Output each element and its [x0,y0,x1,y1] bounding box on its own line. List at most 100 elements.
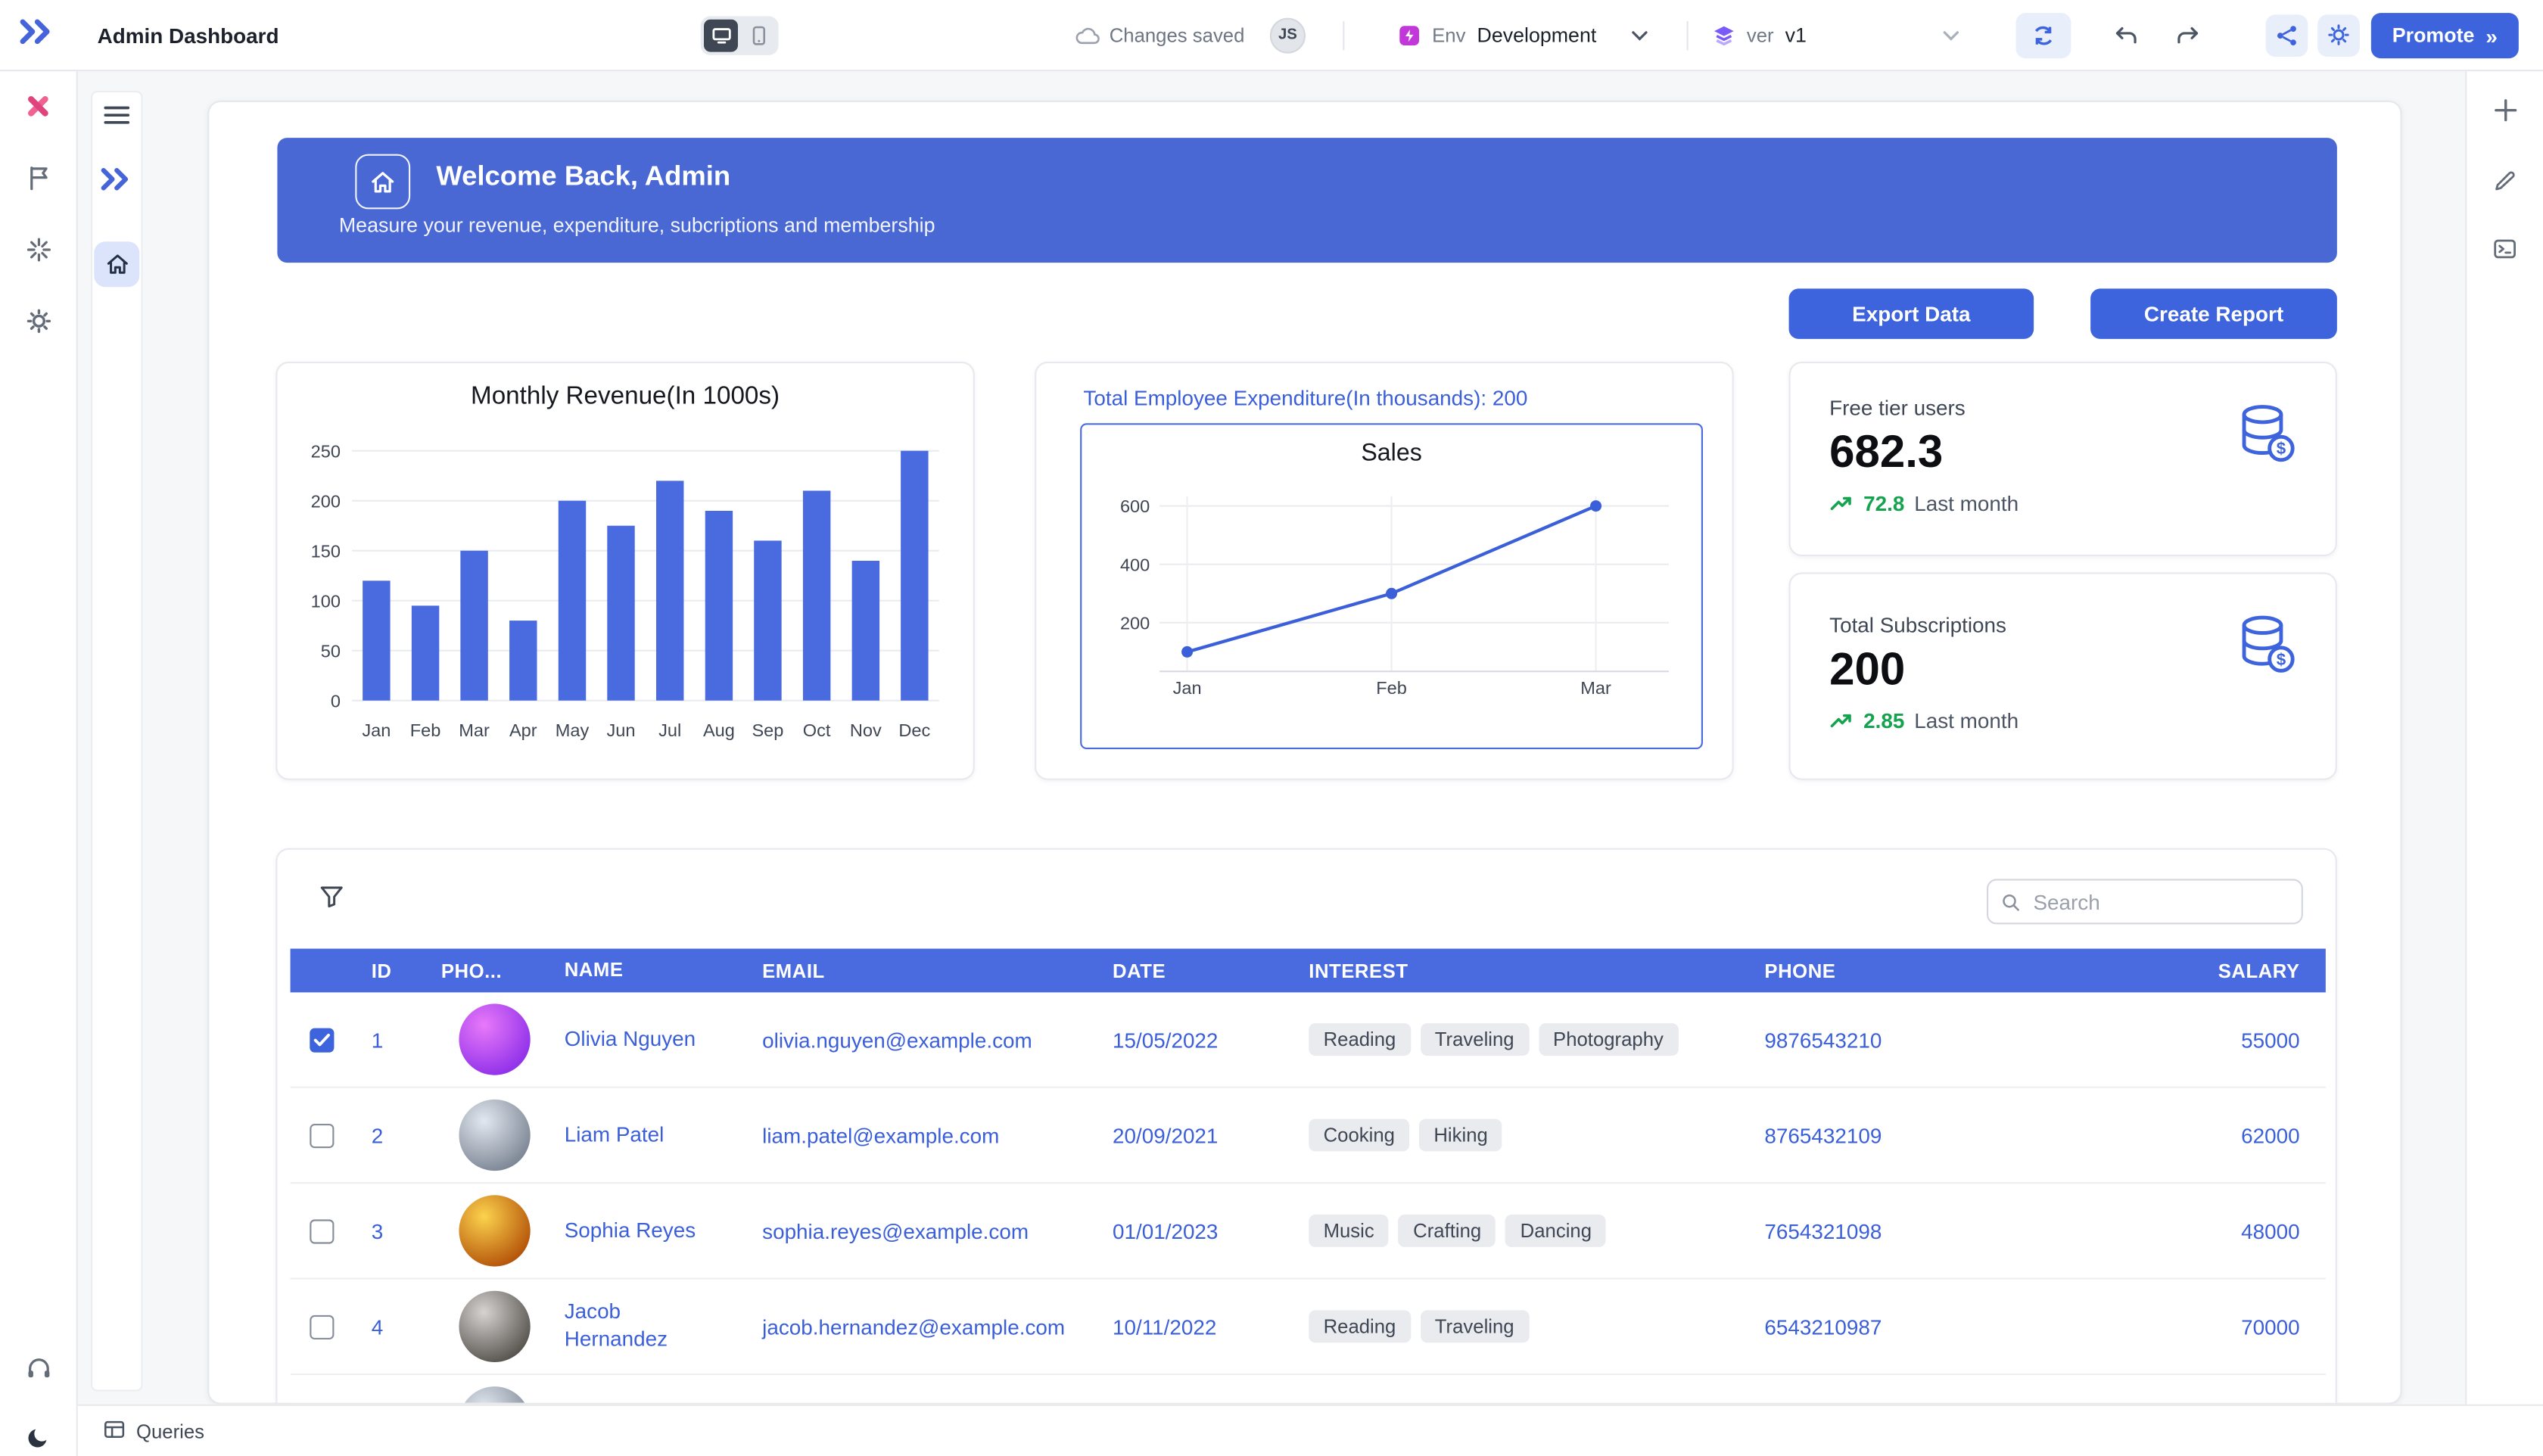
save-status-text: Changes saved [1109,23,1245,47]
cell-date[interactable]: 20/09/2021 [1097,1123,1293,1147]
export-data-button[interactable]: Export Data [1788,288,2034,339]
svg-text:Oct: Oct [803,720,831,740]
version-selector[interactable]: ver v1 [1713,12,1959,58]
desktop-mode-button[interactable] [704,18,738,51]
column-header[interactable]: PHONE [1748,960,2024,982]
table-body: 1 Olivia Nguyen olivia.nguyen@example.com 1… [290,992,2326,1403]
support-icon[interactable] [25,1358,51,1380]
user-avatar[interactable]: JS [1269,17,1306,53]
settings-button[interactable] [2317,14,2360,56]
stat-value: 682.3 [1829,426,1944,477]
table-row[interactable]: 3 Sophia Reyes sophia.reyes@example.com 01/… [290,1184,2326,1280]
expenditure-chart-card: Total Employee Expenditure(In thousands)… [1035,361,1734,780]
app-frame: Welcome Back, Admin Measure your revenue… [207,100,2402,1405]
search-box[interactable] [1987,879,2303,925]
interest-tag: Cooking [1309,1118,1410,1152]
table-card: IDPHO...NAMEEMAILDATEINTERESTPHONESALARY… [275,848,2337,1403]
column-header[interactable]: PHO... [441,960,548,982]
avatar [459,1003,531,1075]
table-row[interactable]: 4 Jacob Hernandez jacob.hernandez@example.… [290,1279,2326,1376]
undo-button[interactable] [2113,23,2139,46]
cell-phone[interactable]: 9876543210 [1748,1028,2024,1052]
search-icon [2003,893,2019,910]
create-report-button[interactable]: Create Report [2090,288,2337,339]
line-chart: 200 400 600 Jan Feb Mar [1120,496,1669,698]
cell-name[interactable]: Jacob Hernandez [548,1299,745,1354]
column-header[interactable]: SALARY [2024,960,2326,982]
flag-icon[interactable] [26,166,49,191]
table-row[interactable]: 1 Olivia Nguyen olivia.nguyen@example.com 1… [290,992,2326,1088]
spark-icon[interactable] [25,237,51,263]
cell-salary[interactable]: 55000 [2024,1028,2326,1052]
chevron-down-icon [1943,30,1959,40]
share-button[interactable] [2265,14,2308,56]
cell-name[interactable]: Sophia Reyes [548,1217,745,1244]
cell-phone[interactable]: 7654321098 [1748,1218,2024,1243]
debug-panel-icon[interactable] [2493,238,2517,260]
table-row[interactable]: 2 Liam Patel liam.patel@example.com 20/09/2… [290,1087,2326,1184]
cell-id[interactable]: 1 [355,1028,441,1052]
save-status: Changes saved [1075,23,1245,47]
cell-date[interactable]: 15/05/2022 [1097,1028,1293,1052]
cell-salary[interactable]: 70000 [2024,1314,2326,1339]
cell-phone[interactable]: 6543210987 [1748,1314,2024,1339]
svg-text:Jan: Jan [1173,678,1202,698]
cell-name[interactable]: Olivia Nguyen [548,1025,745,1053]
cell-id[interactable]: 4 [355,1314,441,1339]
cell-email[interactable]: olivia.nguyen@example.com [746,1028,1097,1052]
column-header[interactable]: EMAIL [746,960,1097,982]
cell-name[interactable]: Liam Patel [548,1122,745,1149]
row-checkbox[interactable] [310,1027,335,1052]
cell-salary[interactable]: 48000 [2024,1218,2326,1243]
queries-icon [104,1417,125,1446]
cell-id[interactable]: 3 [355,1218,441,1243]
menu-icon[interactable] [104,105,130,125]
cell-salary[interactable]: 62000 [2024,1123,2326,1147]
cell-id[interactable]: 2 [355,1123,441,1147]
mobile-mode-button[interactable] [741,19,775,51]
row-checkbox[interactable] [310,1122,335,1148]
divider [1686,20,1689,50]
row-checkbox[interactable] [310,1218,335,1243]
cell-date[interactable]: 10/11/2022 [1097,1314,1293,1339]
interest-tag: Music [1309,1215,1390,1247]
column-header[interactable]: NAME [548,958,745,983]
logo-icon[interactable] [20,18,55,52]
share-icon [2277,25,2296,45]
column-header[interactable]: DATE [1097,960,1293,982]
env-selector[interactable]: Env Development [1398,12,1648,58]
cell-date[interactable]: 01/01/2023 [1097,1218,1293,1243]
database-dollar-icon: $ [2235,402,2296,471]
edit-icon[interactable] [2493,169,2517,193]
cell-phone[interactable]: 8765432109 [1748,1123,2024,1147]
cell-email[interactable]: sophia.reyes@example.com [746,1218,1097,1243]
banner-title: Welcome Back, Admin [436,160,731,191]
cell-photo [441,1099,548,1171]
cell-email[interactable]: liam.patel@example.com [746,1123,1097,1147]
redo-icon [2177,26,2199,43]
stat-card-free-tier: Free tier users 682.3 72.8 Last month $ [1788,361,2337,556]
refresh-button[interactable] [2015,12,2071,58]
home-page-button[interactable] [94,241,140,288]
right-toolbar [2465,71,2543,1405]
svg-text:100: 100 [311,591,341,611]
cell-email[interactable]: jacob.hernandez@example.com [746,1314,1097,1339]
data-table: ID PHO... NAME EMAIL DATE INTEREST PHONE SALARY… [290,948,2326,1403]
cell-photo [441,1003,548,1075]
queries-label[interactable]: Queries [136,1420,204,1442]
theme-moon-icon[interactable] [26,1426,50,1450]
column-header[interactable]: ID [355,960,441,982]
promote-button[interactable]: Promote » [2370,13,2519,59]
cell-select [291,1218,356,1243]
column-header[interactable]: INTEREST [1293,960,1748,982]
search-input[interactable] [2030,888,2289,916]
svg-text:May: May [556,720,590,740]
add-component-icon[interactable] [2492,98,2518,123]
filter-icon[interactable] [319,885,344,913]
app-icon[interactable] [24,92,51,120]
svg-text:Jul: Jul [658,720,681,740]
avatar [459,1099,531,1171]
redo-button[interactable] [2175,23,2201,46]
settings-icon[interactable] [25,308,51,334]
row-checkbox[interactable] [310,1314,335,1339]
